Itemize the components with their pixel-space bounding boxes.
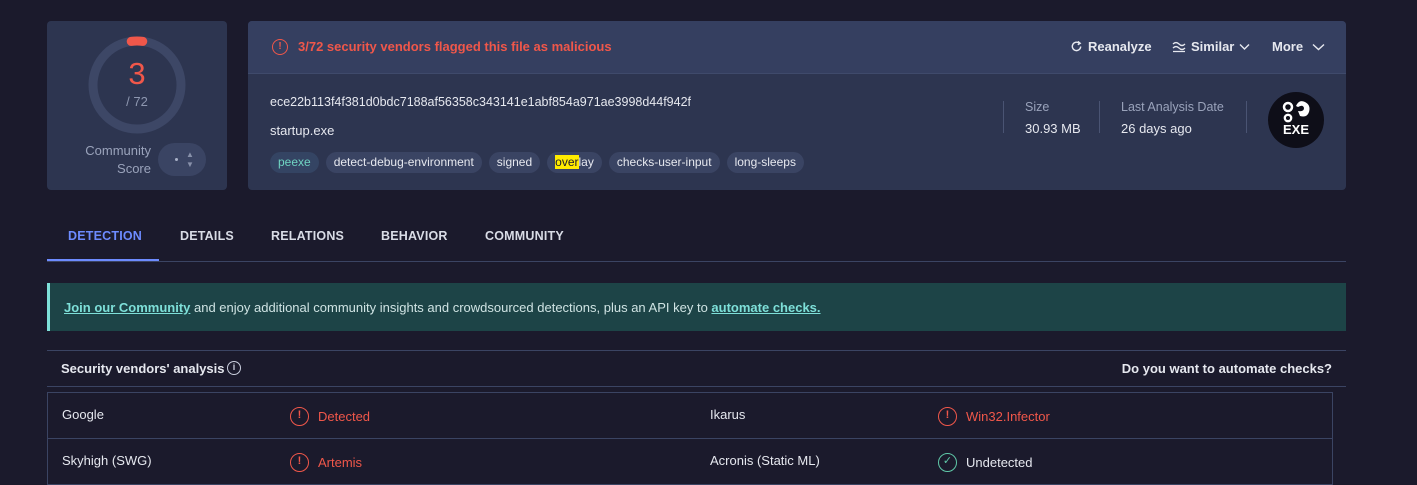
vote-down-icon[interactable]: ▼ (186, 161, 194, 169)
similar-label: Similar (1191, 39, 1235, 54)
join-community-link[interactable]: Join our Community (64, 300, 190, 315)
active-tab-indicator (47, 259, 159, 261)
detections-count: 3 (128, 56, 146, 91)
file-name: startup.exe (270, 123, 335, 138)
last-analysis-date-label: Last Analysis Date (1121, 100, 1224, 114)
alert-circle-icon: ! (290, 407, 309, 426)
tab-relations[interactable]: RELATIONS (271, 229, 344, 243)
file-hash[interactable]: ece22b113f4f381d0bdc7188af56358c343141e1… (270, 95, 691, 109)
file-type-label: EXE (1282, 122, 1309, 137)
vote-dot-icon (175, 158, 178, 161)
file-info-card: ! 3/72 security vendors flagged this fil… (248, 21, 1346, 190)
vendor-result: ! Detected (290, 407, 370, 426)
more-button[interactable]: More (1272, 39, 1325, 54)
vendor-result-text: Win32.Infector (966, 409, 1050, 424)
chevron-down-icon (1239, 43, 1250, 50)
vendor-name: Acronis (Static ML) (710, 453, 820, 468)
similar-waves-icon (1172, 41, 1186, 52)
meta-divider (1099, 101, 1100, 133)
alert-circle-icon: ! (290, 453, 309, 472)
size-label: Size (1025, 100, 1050, 114)
community-banner: Join our Community and enjoy additional … (47, 283, 1346, 331)
community-vote-control[interactable]: ▲ ▼ (158, 143, 206, 176)
tag-long-sleeps[interactable]: long-sleeps (726, 152, 804, 173)
vendor-name: Skyhigh (SWG) (62, 453, 152, 468)
more-label: More (1272, 39, 1304, 54)
alert-circle-icon: ! (272, 39, 288, 55)
table-row: Google ! Detected Ikarus ! Win32.Infecto… (48, 393, 1333, 439)
vendor-name: Google (62, 407, 104, 422)
tab-details[interactable]: DETAILS (180, 229, 234, 243)
community-score-label: Community Score (69, 142, 151, 178)
vendor-result: ! Artemis (290, 453, 362, 472)
tab-community[interactable]: COMMUNITY (485, 229, 564, 243)
vendor-result: ! Win32.Infector (938, 407, 1050, 426)
community-label-line2: Score (117, 161, 151, 176)
vote-up-icon[interactable]: ▲ (186, 151, 194, 159)
automate-checks-question[interactable]: Do you want to automate checks? (1122, 361, 1332, 376)
vendor-result-text: Detected (318, 409, 371, 424)
reanalyze-label: Reanalyze (1088, 39, 1152, 54)
tag-signed[interactable]: signed (488, 152, 541, 173)
community-label-line1: Community (85, 143, 151, 158)
vendor-result: ✓ Undetected (938, 453, 1033, 472)
total-vendors: / 72 (126, 94, 148, 109)
info-icon[interactable]: i (227, 361, 241, 375)
alert-circle-icon: ! (938, 407, 957, 426)
reanalyze-button[interactable]: Reanalyze (1070, 39, 1152, 54)
info-header: ! 3/72 security vendors flagged this fil… (248, 21, 1346, 74)
vendor-name: Ikarus (710, 407, 746, 422)
detection-score-card: 3 / 72 Community Score ▲ ▼ (47, 21, 227, 190)
meta-divider (1246, 101, 1247, 133)
malicious-alert-text: 3/72 security vendors flagged this file … (298, 39, 612, 54)
check-circle-icon: ✓ (938, 453, 957, 472)
tag-overlay[interactable]: overlay (547, 152, 602, 173)
chevron-down-icon (1312, 43, 1325, 50)
table-row: Skyhigh (SWG) ! Artemis Acronis (Static … (48, 439, 1333, 485)
vendor-result-text: Undetected (966, 455, 1033, 470)
report-tabs: DETECTION DETAILS RELATIONS BEHAVIOR COM… (47, 222, 1346, 262)
tab-behavior[interactable]: BEHAVIOR (381, 229, 448, 243)
tab-detection[interactable]: DETECTION (68, 229, 142, 243)
size-value: 30.93 MB (1025, 121, 1081, 136)
file-tags: peexe detect-debug-environment signed ov… (270, 152, 804, 173)
similar-button[interactable]: Similar (1172, 39, 1250, 54)
meta-divider (1003, 101, 1004, 133)
vendors-analysis-header: Security vendors' analysis i Do you want… (47, 350, 1346, 387)
gears-icon (1282, 101, 1310, 123)
tag-peexe[interactable]: peexe (270, 152, 319, 173)
banner-message: and enjoy additional community insights … (190, 300, 712, 315)
vendors-table: Google ! Detected Ikarus ! Win32.Infecto… (47, 392, 1333, 485)
refresh-icon (1071, 40, 1082, 52)
vendors-analysis-title: Security vendors' analysis (61, 361, 225, 376)
search-highlight: over (555, 155, 579, 169)
banner-text: Join our Community and enjoy additional … (64, 300, 821, 315)
tag-detect-debug-environment[interactable]: detect-debug-environment (325, 152, 482, 173)
exe-file-type-icon: EXE (1268, 92, 1324, 148)
last-analysis-date-value: 26 days ago (1121, 121, 1192, 136)
vendor-result-text: Artemis (318, 455, 363, 470)
automate-checks-link[interactable]: automate checks. (711, 300, 820, 315)
tag-checks-user-input[interactable]: checks-user-input (608, 152, 720, 173)
